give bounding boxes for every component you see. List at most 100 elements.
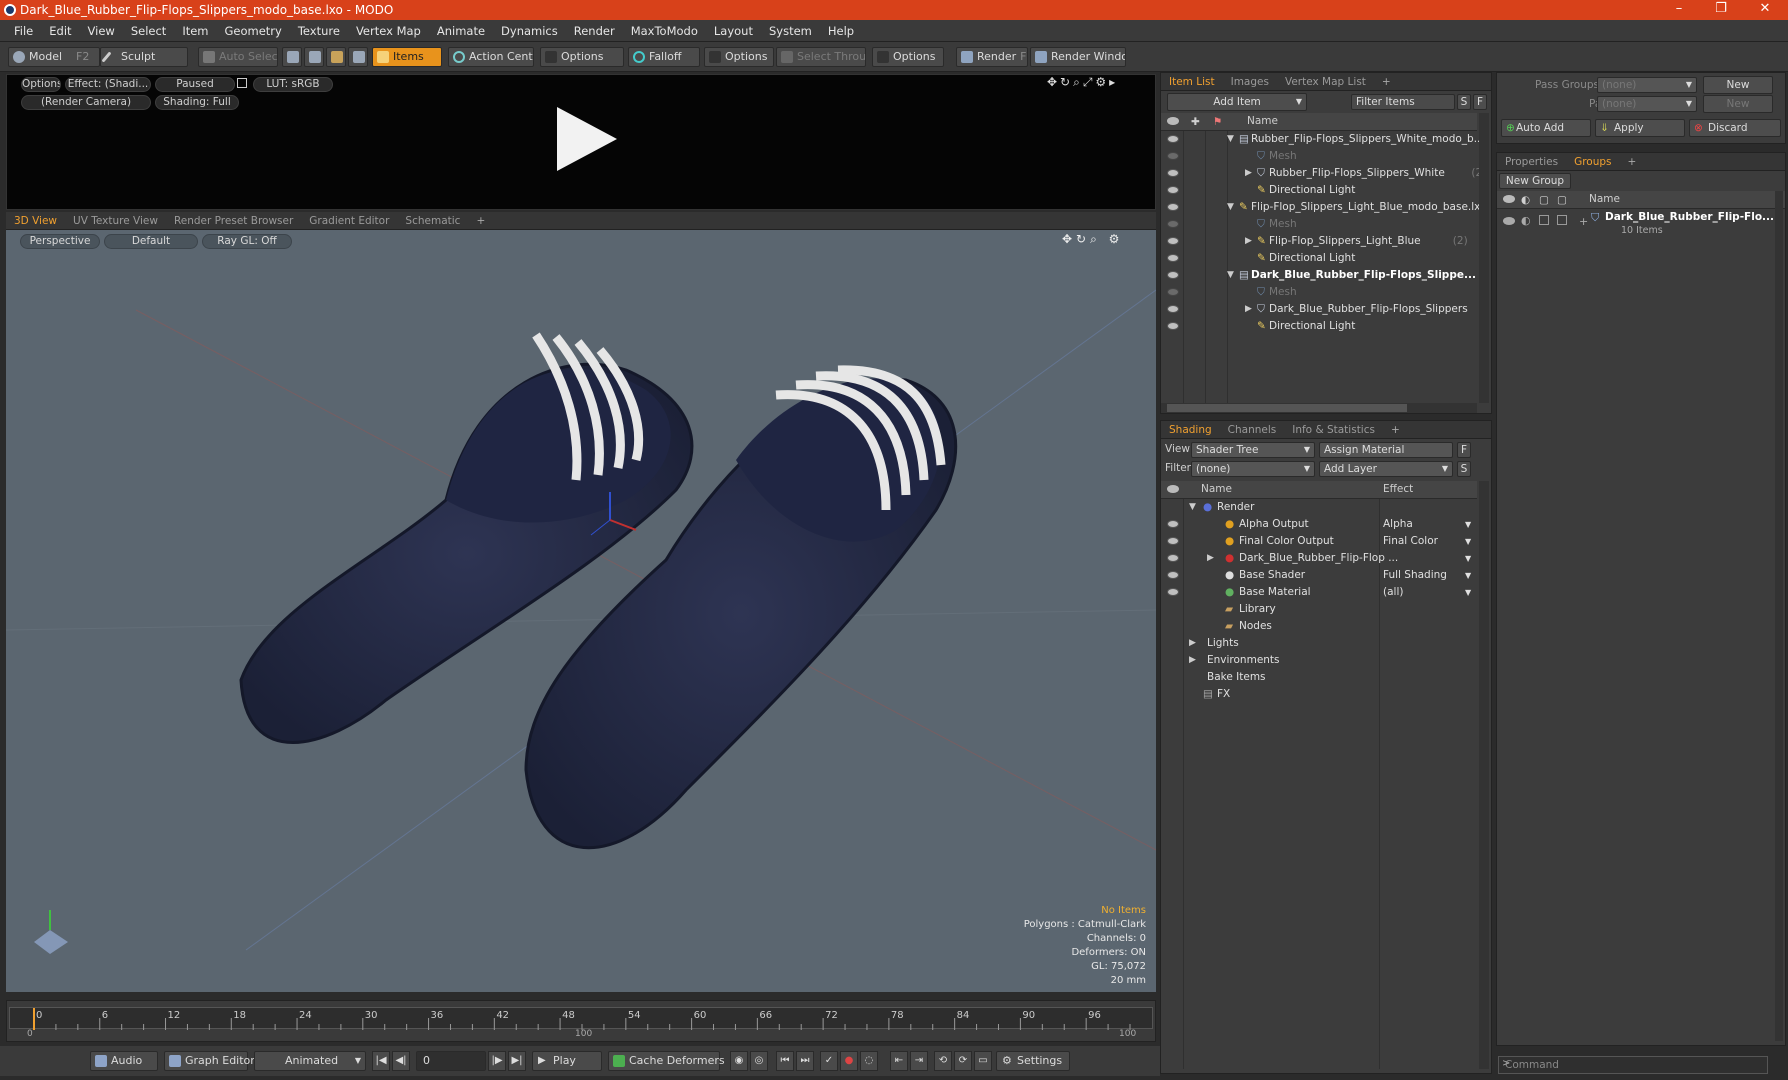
add-item-dropdown[interactable]: Add Item ▼ [1167,93,1307,111]
command-input[interactable]: Command [1498,1056,1768,1074]
keyframe-icon[interactable]: ◉ [730,1051,748,1071]
visibility-eye-icon[interactable] [1167,322,1179,330]
render-options-button[interactable]: Options [21,77,61,92]
visibility-eye-icon[interactable] [1167,237,1179,245]
visibility-eye-icon[interactable] [1167,537,1179,545]
visibility-eye-icon[interactable] [1167,554,1179,562]
visibility-eye-icon[interactable] [1167,571,1179,579]
shading-dropdown[interactable]: Shading: Full [155,95,239,110]
shader-tree[interactable]: ▼ ● Render ● Alpha Output Alpha ▼ ● Final Color … [1161,499,1477,1069]
tab-info-statistics[interactable]: Info & Statistics [1284,421,1383,439]
action-center-options-button[interactable]: Options [540,47,624,67]
raygl-dropdown[interactable]: Ray GL: Off [202,234,292,249]
audio-button[interactable]: Audio [90,1051,158,1071]
shader-row-effect[interactable]: Full Shading [1383,567,1447,584]
tab-vertex-map-list[interactable]: Vertex Map List [1277,73,1374,91]
tab-images[interactable]: Images [1223,73,1277,91]
menu-vertex-map[interactable]: Vertex Map [348,24,429,38]
menu-file[interactable]: File [6,24,41,38]
model-mode-button[interactable]: Model F2 [8,47,100,67]
cache-deformers-button[interactable]: Cache Deformers [608,1051,725,1071]
falloff-button[interactable]: Falloff [628,47,700,67]
menu-render[interactable]: Render [566,24,623,38]
effect-dropdown-icon[interactable]: ▼ [1465,567,1471,584]
group-select-checkbox[interactable] [1557,215,1567,225]
lock-icon[interactable] [237,78,247,88]
item-row[interactable]: ✎ Directional Light [1161,250,1477,267]
shader-row[interactable]: ▤ FX [1161,686,1477,703]
filter-dropdown[interactable]: (none) ▼ [1191,461,1315,477]
last-frame-icon[interactable]: ▶| [508,1051,526,1071]
auto-key-icon[interactable]: ◎ [750,1051,768,1071]
record-icon[interactable]: ● [840,1051,858,1071]
menu-system[interactable]: System [761,24,820,38]
discard-button[interactable]: ⊗ Discard [1689,119,1781,137]
visibility-eye-icon[interactable] [1167,169,1179,177]
vertices-mode-button[interactable] [282,47,302,67]
first-frame-icon[interactable]: |◀ [372,1051,390,1071]
name-col-header[interactable]: Name [1201,481,1232,498]
menu-item[interactable]: Item [174,24,216,38]
add-tab-button[interactable]: + [1383,421,1408,439]
default-style-dropdown[interactable]: Default [104,234,198,249]
render-camera-dropdown[interactable]: (Render Camera) [21,95,151,110]
select-options-button[interactable]: Options [872,47,944,67]
shader-row[interactable]: ● Alpha Output Alpha ▼ [1161,516,1477,533]
passes-dropdown[interactable]: (none) ▼ [1597,96,1697,112]
f-button[interactable]: F [1457,442,1471,458]
next-marker-icon[interactable]: ⇥ [910,1051,928,1071]
expand-arrow-icon[interactable]: ▶ [1189,652,1196,669]
effect-col-header[interactable]: Effect [1383,481,1413,498]
tab-item-list[interactable]: Item List [1161,73,1223,91]
collapse-arrow-icon[interactable]: ▼ [1227,199,1234,216]
menu-select[interactable]: Select [123,24,174,38]
s-button[interactable]: S [1457,94,1471,110]
minimize-icon[interactable]: – [1662,0,1696,20]
3d-viewport[interactable]: Perspective Default Ray GL: Off ✥↻⌕ ⚙ No… [6,230,1156,992]
shader-row[interactable]: ▶ Environments [1161,652,1477,669]
shader-row-effect[interactable]: Alpha [1383,516,1413,533]
timeline[interactable]: 0 6 12 18 24 30 36 42 48 54 60 66 72 78 84 90 96 0 100 1… [6,1000,1156,1042]
scene-canvas[interactable] [6,230,1156,992]
add-tab-button[interactable]: + [468,212,493,230]
name-col-header[interactable]: Name [1589,191,1620,208]
tab-uv-texture-view[interactable]: UV Texture View [65,212,166,230]
sculpt-mode-button[interactable]: Sculpt [100,47,188,67]
frame-input[interactable]: 0 [416,1051,486,1071]
tab-properties[interactable]: Properties [1497,153,1566,171]
tab-3d-view[interactable]: 3D View [6,212,65,230]
apply-button[interactable]: ⇓ Apply [1595,119,1685,137]
s-button[interactable]: S [1457,461,1471,477]
menu-edit[interactable]: Edit [41,24,79,38]
next-key-icon[interactable]: |▶ [488,1051,506,1071]
viewport-nav-icons[interactable]: ✥↻⌕ ⚙ [1062,232,1123,247]
collapse-arrow-icon[interactable]: ▼ [1227,267,1234,284]
tab-shading[interactable]: Shading [1161,421,1220,439]
graph-editor-button[interactable]: Graph Editor [164,1051,255,1071]
item-row[interactable]: ✎ Directional Light [1161,318,1477,335]
action-center-button[interactable]: Action Center [448,47,534,67]
tab-gradient-editor[interactable]: Gradient Editor [301,212,397,230]
tab-channels[interactable]: Channels [1220,421,1285,439]
effect-dropdown-icon[interactable]: ▼ [1465,550,1471,567]
group-visibility-icon[interactable] [1503,217,1515,225]
edges-mode-button[interactable] [304,47,324,67]
add-tab-button[interactable]: + [1374,73,1399,91]
item-row[interactable]: ✎ Directional Light [1161,182,1477,199]
shader-row[interactable]: Bake Items [1161,669,1477,686]
select-through-button[interactable]: Select Through [776,47,866,67]
menu-view[interactable]: View [80,24,123,38]
timeline-ruler[interactable]: 0 6 12 18 24 30 36 42 48 54 60 66 72 78 84 90 96 [9,1007,1153,1030]
menu-layout[interactable]: Layout [706,24,761,38]
polygons-mode-button[interactable] [326,47,346,67]
item-row[interactable]: ⛉ Mesh [1161,284,1477,301]
shader-row[interactable]: ● Base Material (all) ▼ [1161,584,1477,601]
effect-dropdown-icon[interactable]: ▼ [1465,516,1471,533]
assign-material-dropdown[interactable]: Assign Material [1319,442,1453,458]
shader-row-effect[interactable]: Final Color [1383,533,1438,550]
item-row[interactable]: ▼ ✎ Flip-Flop_Slippers_Light_Blue_modo_bas… [1161,199,1486,216]
paused-toggle[interactable]: Paused [155,77,235,92]
group-row[interactable]: ◐ + ⛉ Dark_Blue_Rubber_Flip-Flo... 10 It… [1497,211,1785,241]
render-window-button[interactable]: Render Window [1030,47,1126,67]
add-layer-dropdown[interactable]: Add Layer ▼ [1319,461,1453,477]
